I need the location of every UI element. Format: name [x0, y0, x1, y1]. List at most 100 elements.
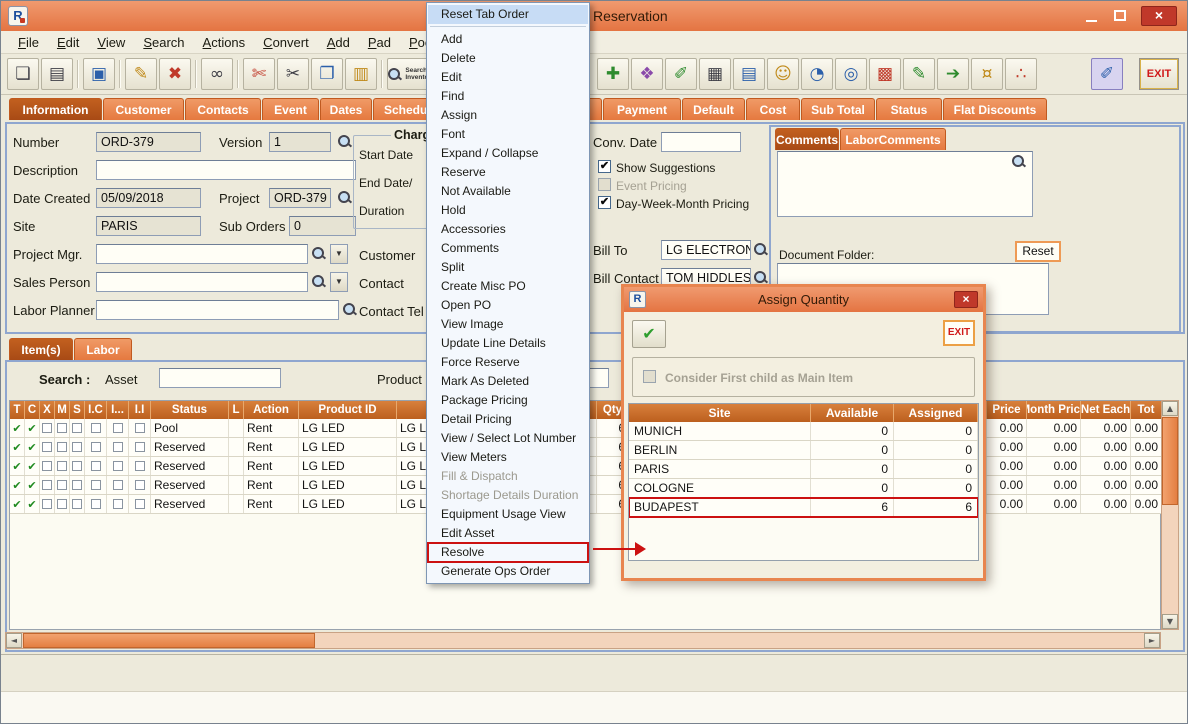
notepad-edit-button[interactable]: ✎ [903, 58, 935, 90]
menu-bar-item[interactable]: Edit [48, 33, 88, 52]
menu-item[interactable]: Hold [428, 201, 588, 220]
column-header[interactable]: X [40, 401, 55, 419]
menu-bar-item[interactable]: Search [134, 33, 193, 52]
wand-button[interactable]: ✐ [1091, 58, 1123, 90]
comments-textarea[interactable] [777, 151, 1033, 217]
circles-cluster-button[interactable]: ❖ [631, 58, 663, 90]
vertical-scrollbar[interactable]: ▲ ▼ [1161, 400, 1179, 630]
paste-button[interactable]: ▥ [345, 58, 377, 90]
sales-person-field[interactable] [96, 272, 308, 292]
main-tab[interactable]: Contacts [185, 98, 261, 120]
sales-person-dropdown-button[interactable]: ▼ [330, 272, 348, 292]
row-checkbox[interactable] [72, 461, 82, 471]
find-button[interactable]: ∞ [201, 58, 233, 90]
labor-planner-field[interactable] [96, 300, 339, 320]
refresh-add-button[interactable]: ✚ [597, 58, 629, 90]
project-mgr-dropdown-button[interactable]: ▼ [330, 244, 348, 264]
row-checkbox[interactable] [42, 423, 52, 433]
bill-to-field[interactable]: LG ELECTRONICS [661, 240, 751, 260]
clock-button[interactable]: ◔ [801, 58, 833, 90]
tab-items[interactable]: Item(s) [9, 338, 73, 360]
sub-orders-field[interactable]: 0 [289, 216, 356, 236]
tab-labor-comments[interactable]: LaborComments [840, 128, 946, 150]
project-mgr-field[interactable] [96, 244, 308, 264]
column-header[interactable]: C [25, 401, 40, 419]
tab-labor[interactable]: Labor [74, 338, 132, 360]
cubes-button[interactable]: ▩ [869, 58, 901, 90]
menu-item[interactable]: Accessories [428, 220, 588, 239]
main-tab[interactable]: Event [262, 98, 319, 120]
scroll-right-button[interactable]: ► [1144, 633, 1160, 648]
row-checkbox[interactable] [42, 480, 52, 490]
day-week-month-pricing-checkbox[interactable]: ✔ [598, 196, 611, 209]
balls-cluster-button[interactable]: ∴ [1005, 58, 1037, 90]
labor-planner-lookup-icon[interactable] [342, 302, 357, 317]
row-checkbox[interactable] [42, 499, 52, 509]
dialog-table-row[interactable]: BUDAPEST 6 6 [629, 498, 978, 517]
dialog-table-row[interactable]: COLOGNE 0 0 [629, 479, 978, 498]
main-tab[interactable]: Dates [320, 98, 372, 120]
main-tab[interactable]: Sub Total [801, 98, 875, 120]
menu-item[interactable]: Create Misc PO [428, 277, 588, 296]
menu-item[interactable]: Package Pricing [428, 391, 588, 410]
menu-bar-item[interactable]: Add [318, 33, 359, 52]
row-checkbox[interactable] [91, 442, 101, 452]
close-button[interactable]: × [1141, 6, 1177, 26]
column-header[interactable]: I.I [129, 401, 151, 419]
menu-item[interactable]: Detail Pricing [428, 410, 588, 429]
sales-person-lookup-icon[interactable] [311, 274, 326, 289]
dialog-table-row[interactable]: MUNICH 0 0 [629, 422, 978, 441]
row-checkbox[interactable] [135, 423, 145, 433]
menu-item[interactable]: Font [428, 125, 588, 144]
menu-item[interactable]: Open PO [428, 296, 588, 315]
main-tab[interactable]: Flat Discounts [943, 98, 1047, 120]
column-header[interactable]: Month Price [1027, 401, 1081, 419]
menu-item[interactable]: Expand / Collapse [428, 144, 588, 163]
cut-button[interactable]: ✂ [277, 58, 309, 90]
row-checkbox[interactable] [91, 461, 101, 471]
menu-item[interactable]: Force Reserve [428, 353, 588, 372]
row-checkbox[interactable] [135, 461, 145, 471]
menu-item[interactable]: Add [428, 30, 588, 49]
scroll-left-button[interactable]: ◄ [6, 633, 22, 648]
row-checkbox[interactable] [72, 499, 82, 509]
row-checkbox[interactable] [42, 442, 52, 452]
coins-button[interactable]: ¤ [971, 58, 1003, 90]
cd-disc-button[interactable]: ◎ [835, 58, 867, 90]
menu-item[interactable]: Not Available [428, 182, 588, 201]
menu-item[interactable]: Edit [428, 68, 588, 87]
row-checkbox[interactable] [57, 461, 67, 471]
new-document-button[interactable]: ❏ [7, 58, 39, 90]
menu-item-reset-tab-order[interactable]: Reset Tab Order [428, 5, 588, 24]
row-checkbox[interactable] [135, 480, 145, 490]
smiley-button[interactable]: ☺ [767, 58, 799, 90]
cards-button[interactable]: ▦ [699, 58, 731, 90]
menu-item[interactable]: Fill & Dispatch [428, 467, 588, 486]
menu-item[interactable]: Assign [428, 106, 588, 125]
copy-button[interactable]: ❐ [311, 58, 343, 90]
print-button[interactable]: ▤ [41, 58, 73, 90]
bill-contact-lookup-icon[interactable] [753, 270, 768, 285]
exit-button[interactable]: EXIT [1139, 58, 1179, 90]
dialog-close-button[interactable]: × [954, 291, 978, 308]
version-lookup-icon[interactable] [337, 134, 352, 149]
menu-item[interactable]: Delete [428, 49, 588, 68]
menu-item[interactable]: Reserve [428, 163, 588, 182]
row-checkbox[interactable] [91, 499, 101, 509]
print-preview-button[interactable]: ▤ [733, 58, 765, 90]
asset-search-field[interactable] [159, 368, 281, 388]
main-tab[interactable]: Default [682, 98, 745, 120]
menu-item[interactable]: Equipment Usage View [428, 505, 588, 524]
comments-lookup-icon[interactable] [1011, 154, 1026, 169]
reset-button[interactable]: Reset [1015, 241, 1061, 262]
column-header[interactable]: Price [987, 401, 1027, 419]
save-button[interactable]: ▣ [83, 58, 115, 90]
row-checkbox[interactable] [135, 442, 145, 452]
delete-button[interactable]: ✖ [159, 58, 191, 90]
menu-item[interactable]: View Meters [428, 448, 588, 467]
vertical-scroll-thumb[interactable] [1162, 417, 1178, 505]
column-header[interactable]: I.C [85, 401, 107, 419]
row-checkbox[interactable] [135, 499, 145, 509]
column-header[interactable]: Status [151, 401, 229, 419]
column-header[interactable]: Action [244, 401, 299, 419]
